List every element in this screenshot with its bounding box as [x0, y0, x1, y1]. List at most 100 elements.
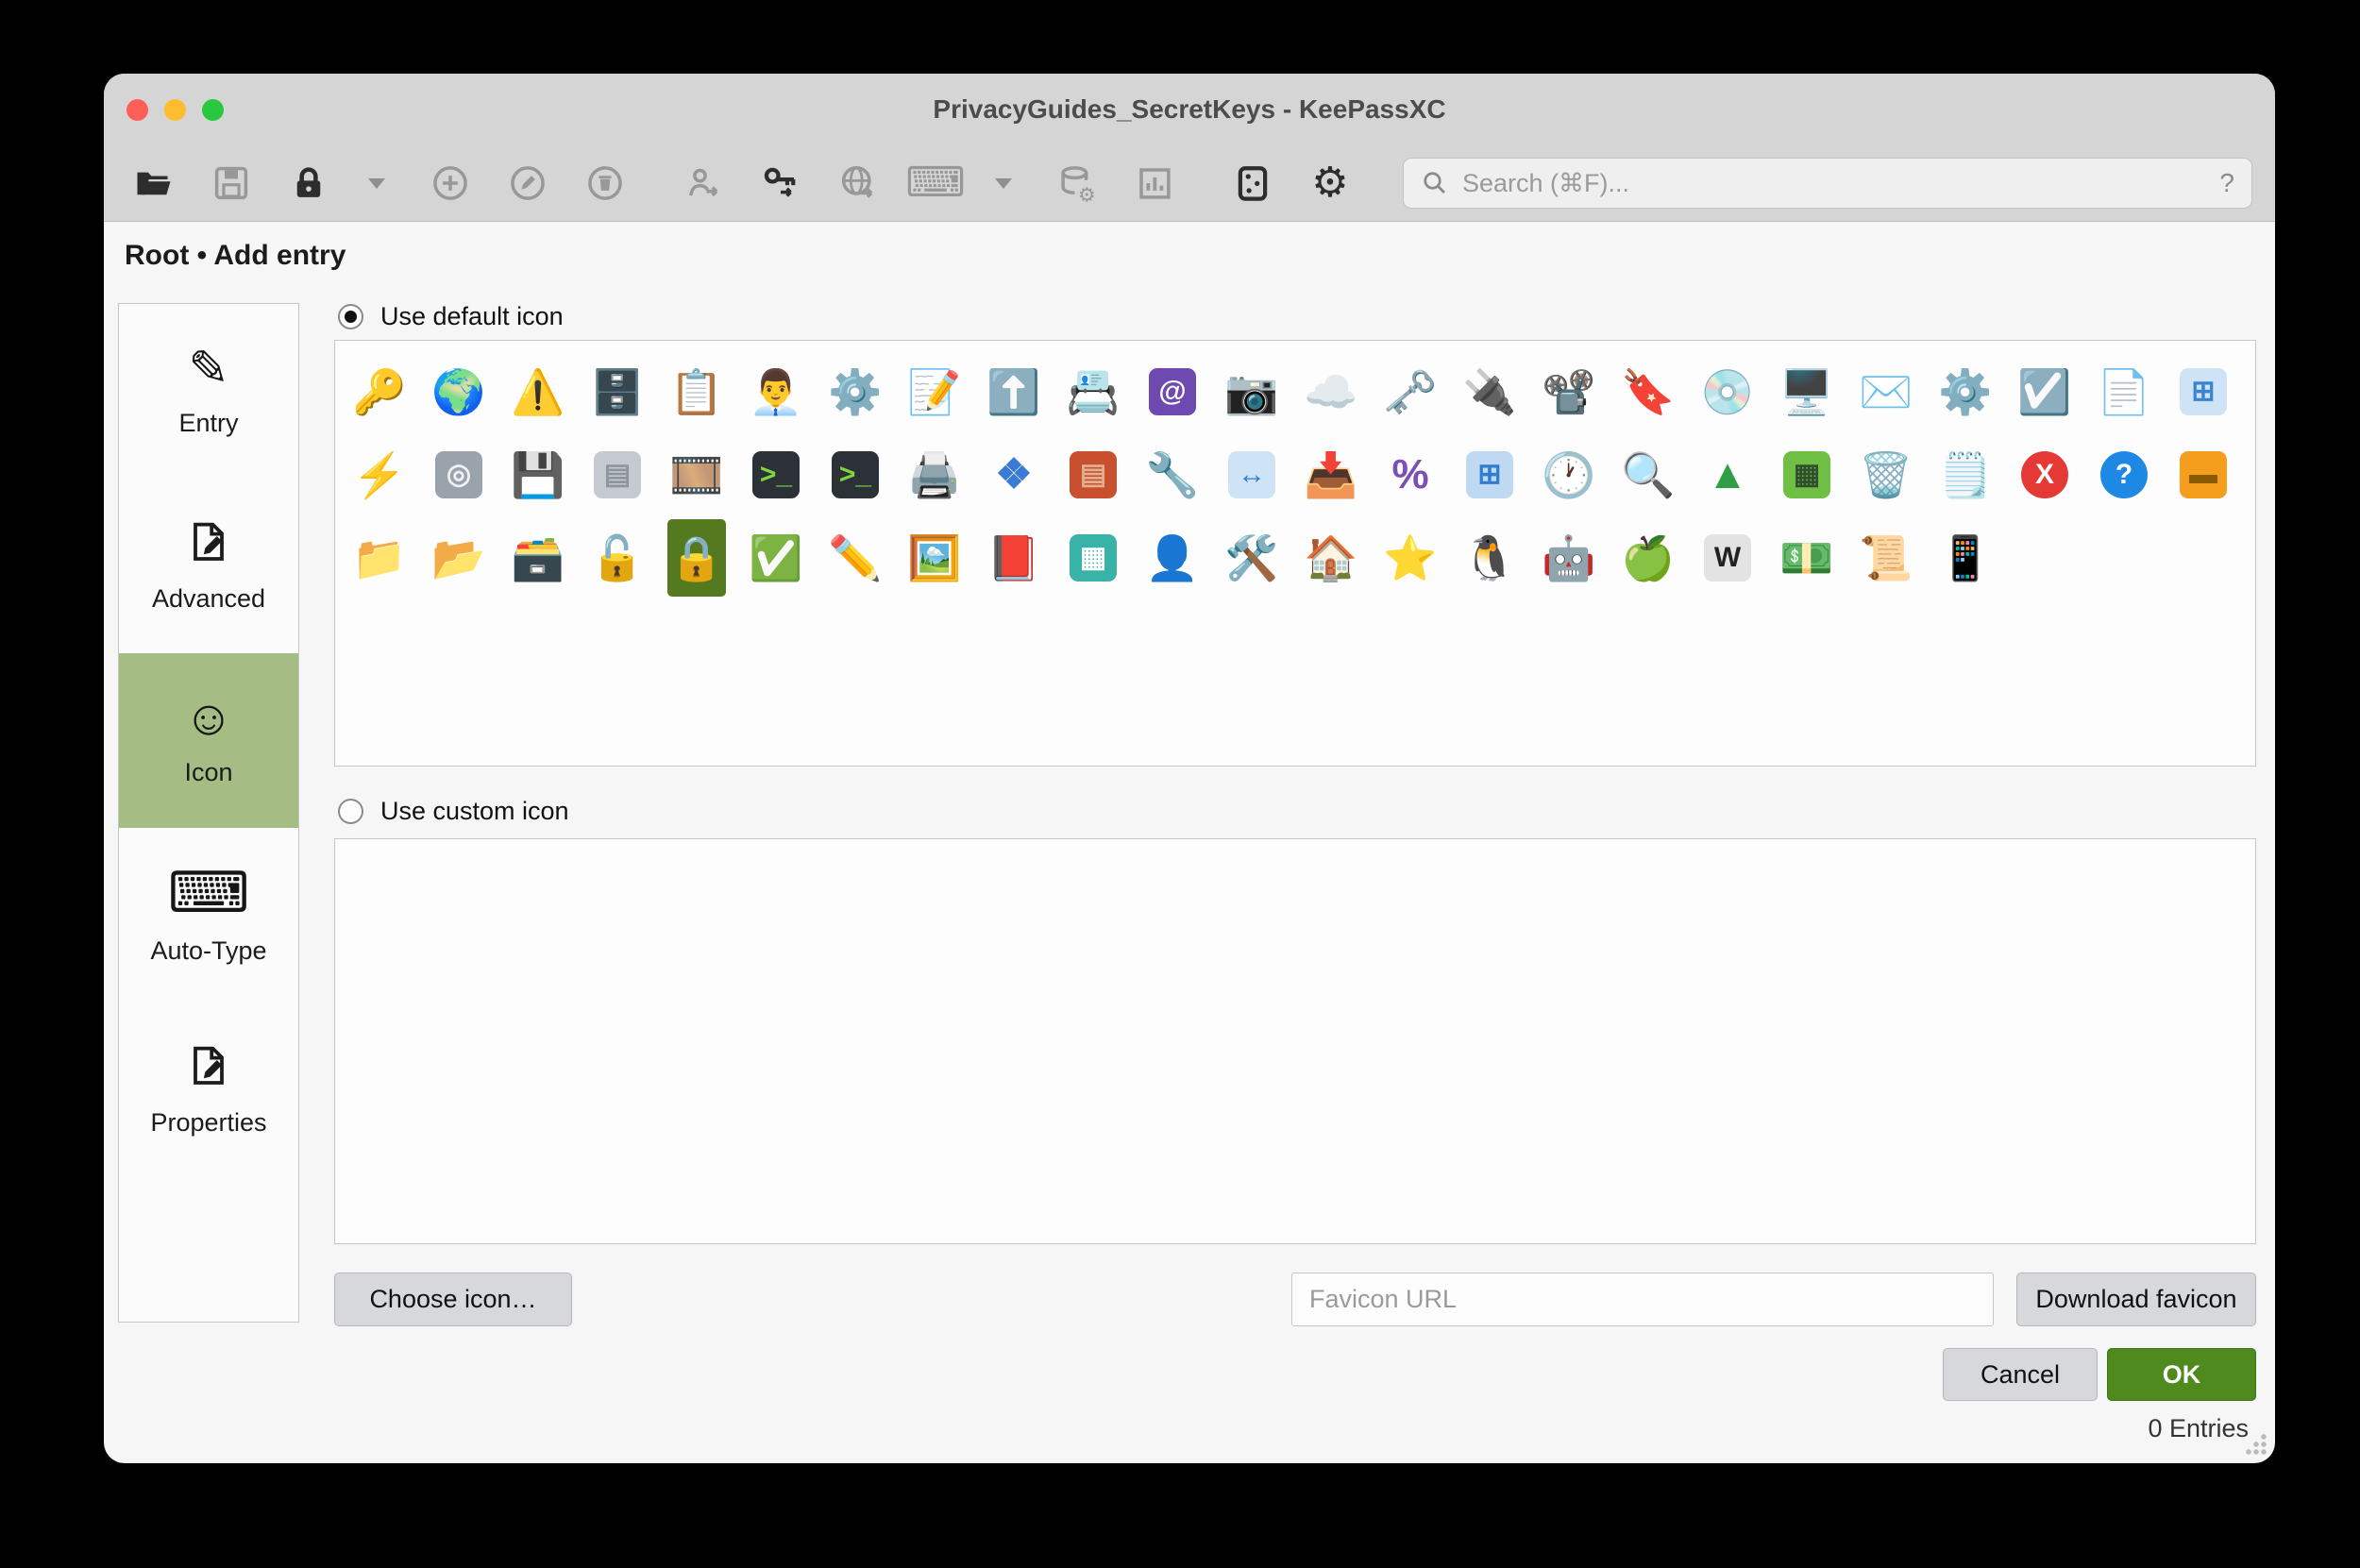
default-icon-bookmark[interactable]: 🔖: [1619, 353, 1677, 430]
database-settings-button[interactable]: ⚙: [1050, 156, 1104, 211]
default-icon-world[interactable]: 🌍: [430, 353, 488, 430]
perform-autotype-button[interactable]: ⌨: [908, 156, 963, 211]
sidebar-item-properties[interactable]: Properties: [119, 1003, 298, 1177]
delete-entry-button[interactable]: [578, 156, 632, 211]
default-icon-memory-chip[interactable]: ▦: [1778, 436, 1836, 514]
default-icon-clipboard-check[interactable]: ☑️: [2015, 353, 2074, 430]
default-icon-terminal-encrypted[interactable]: >_: [747, 436, 805, 514]
default-icon-cloud[interactable]: ☁️: [1302, 353, 1360, 430]
ok-button[interactable]: OK: [2107, 1348, 2256, 1401]
default-icon-trash-bin[interactable]: 🗑️: [1857, 436, 1915, 514]
default-icon-browser-window[interactable]: ⊞: [2174, 353, 2233, 430]
default-icon-server-shield[interactable]: 🗄️: [588, 353, 647, 430]
lock-databases-button[interactable]: [281, 156, 336, 211]
default-icon-gears[interactable]: ⚙️: [826, 353, 885, 430]
radio-dot[interactable]: [338, 799, 363, 824]
default-icon-checkmark[interactable]: ✅: [747, 519, 805, 597]
default-icon-monitor[interactable]: 🖥️: [1778, 353, 1836, 430]
password-generator-button[interactable]: [1225, 156, 1280, 211]
default-icon-tux[interactable]: 🐧: [1460, 519, 1519, 597]
default-icon-tools[interactable]: 🛠️: [1222, 519, 1281, 597]
default-icon-thumbnail[interactable]: 🖼️: [905, 519, 964, 597]
copy-username-button[interactable]: [676, 156, 731, 211]
default-icon-pen[interactable]: ✏️: [826, 519, 885, 597]
default-icon-plug[interactable]: 🔌: [1460, 353, 1519, 430]
default-icon-at-book[interactable]: @: [1143, 353, 1202, 430]
default-icon-table-list[interactable]: ▦: [1064, 519, 1122, 597]
sidebar-item-auto-type[interactable]: ⌨Auto-Type: [119, 828, 298, 1003]
use-default-icon-radio[interactable]: Use default icon: [338, 302, 564, 331]
search-box[interactable]: ?: [1403, 158, 2252, 209]
default-icon-search-magnifier[interactable]: 🔍: [1619, 436, 1677, 514]
sidebar-item-icon[interactable]: ☺Icon: [119, 653, 298, 828]
default-icon-database-key[interactable]: 🗃️: [509, 519, 567, 597]
default-icon-expired[interactable]: X: [2015, 436, 2074, 514]
reports-button[interactable]: [1127, 156, 1182, 211]
default-icon-home[interactable]: 🏠: [1302, 519, 1360, 597]
default-icon-keychain[interactable]: 🗝️: [1381, 353, 1440, 430]
default-icon-program-icons[interactable]: ❖: [985, 436, 1043, 514]
default-icon-note[interactable]: 🗒️: [1936, 436, 1995, 514]
default-icon-windows-monitor[interactable]: ⊞: [1460, 436, 1519, 514]
sidebar-item-entry[interactable]: ✎Entry: [119, 304, 298, 479]
default-icon-mobile-phones[interactable]: 📱: [1936, 519, 1995, 597]
default-icon-user-manager[interactable]: 👨‍💼: [747, 353, 805, 430]
copy-password-button[interactable]: [753, 156, 808, 211]
default-icon-printer[interactable]: 🖨️: [905, 436, 964, 514]
default-icon-mountains[interactable]: ▲: [1698, 436, 1757, 514]
default-icon-lightning[interactable]: ⚡: [350, 436, 409, 514]
save-database-button[interactable]: [204, 156, 259, 211]
default-icon-clipboard-notes[interactable]: 📋: [667, 353, 726, 430]
favicon-url-input[interactable]: [1291, 1273, 1994, 1326]
search-help-icon[interactable]: ?: [2219, 168, 2234, 198]
default-icon-lock-open[interactable]: 🔓: [588, 519, 647, 597]
search-input[interactable]: [1449, 169, 2219, 198]
default-icon-projector[interactable]: 📽️: [1540, 353, 1598, 430]
default-icon-film-reel[interactable]: 🎞️: [667, 436, 726, 514]
add-entry-button[interactable]: [423, 156, 478, 211]
default-icon-key[interactable]: 🔑: [350, 353, 409, 430]
choose-icon-button[interactable]: Choose icon…: [334, 1273, 572, 1326]
sidebar-item-advanced[interactable]: Advanced: [119, 479, 298, 653]
default-icon-camera[interactable]: 📷: [1222, 353, 1281, 430]
default-icon-folder[interactable]: 📁: [350, 519, 409, 597]
default-icon-wikipedia[interactable]: W: [1698, 519, 1757, 597]
default-icon-configuration-gear[interactable]: ⚙️: [1936, 353, 1995, 430]
default-icon-presenter[interactable]: 👤: [1143, 519, 1202, 597]
default-icon-homebanking-percent[interactable]: %: [1381, 436, 1440, 514]
default-icon-package[interactable]: ▬: [2174, 436, 2233, 514]
default-icon-arrow-up[interactable]: ⬆️: [985, 353, 1043, 430]
settings-button[interactable]: ⚙: [1303, 156, 1357, 211]
default-icon-network-drive[interactable]: ▤: [588, 436, 647, 514]
default-icon-safe[interactable]: ◎: [430, 436, 488, 514]
default-icon-clock[interactable]: 🕐: [1540, 436, 1598, 514]
default-icon-archive-folder[interactable]: 📥: [1302, 436, 1360, 514]
default-icon-notepad-edit[interactable]: 📝: [905, 353, 964, 430]
default-icon-wrench[interactable]: 🔧: [1143, 436, 1202, 514]
default-icon-money[interactable]: 💵: [1778, 519, 1836, 597]
default-icon-folder-open[interactable]: 📂: [430, 519, 488, 597]
default-icon-address-book[interactable]: 📕: [985, 519, 1043, 597]
default-icon-identity-card[interactable]: 📇: [1064, 353, 1122, 430]
dropdown-caret-icon[interactable]: [995, 178, 1012, 189]
default-icon-cd-rom[interactable]: 💿: [1698, 353, 1757, 430]
default-icon-info[interactable]: ?: [2095, 436, 2153, 514]
download-favicon-button[interactable]: Download favicon: [2016, 1273, 2256, 1326]
default-icon-brick-wall[interactable]: ▤: [1064, 436, 1122, 514]
cancel-button[interactable]: Cancel: [1943, 1348, 2098, 1401]
copy-url-button[interactable]: [831, 156, 885, 211]
default-icon-paper-new[interactable]: 📄: [2095, 353, 2153, 430]
default-icon-certificate[interactable]: 📜: [1857, 519, 1915, 597]
edit-entry-button[interactable]: [500, 156, 555, 211]
default-icon-star[interactable]: ⭐: [1381, 519, 1440, 597]
default-icon-warning[interactable]: ⚠️: [509, 353, 567, 430]
default-icon-floppy-disk[interactable]: 💾: [509, 436, 567, 514]
default-icon-android[interactable]: 🤖: [1540, 519, 1598, 597]
open-database-button[interactable]: [126, 156, 181, 211]
default-icon-console[interactable]: >_: [826, 436, 885, 514]
dropdown-caret-icon[interactable]: [368, 178, 385, 189]
use-custom-icon-radio[interactable]: Use custom icon: [338, 797, 569, 826]
default-icon-apple[interactable]: 🍏: [1619, 519, 1677, 597]
default-icon-lock[interactable]: 🔒: [667, 519, 726, 597]
resize-grip[interactable]: [2243, 1431, 2267, 1456]
